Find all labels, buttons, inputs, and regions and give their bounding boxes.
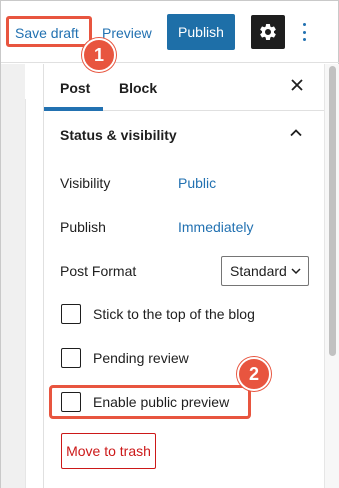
tab-post[interactable]: Post — [60, 80, 90, 96]
annotation-badge-2: 2 — [237, 357, 271, 391]
active-tab-indicator — [44, 107, 103, 111]
close-icon — [291, 79, 303, 91]
visibility-value-link[interactable]: Public — [178, 175, 216, 191]
post-format-selected: Standard — [230, 263, 287, 279]
settings-button[interactable] — [251, 15, 285, 49]
sidebar-scrollbar[interactable] — [324, 64, 339, 488]
editor-canvas-edge — [25, 99, 43, 488]
chevron-down-icon — [291, 268, 301, 275]
annotation-badge-1: 1 — [82, 38, 116, 72]
publish-button[interactable]: Publish — [167, 14, 235, 50]
post-format-label: Post Format — [60, 263, 137, 279]
post-format-select[interactable]: Standard — [221, 256, 309, 286]
kebab-dot — [302, 23, 306, 26]
pending-review-checkbox[interactable] — [61, 348, 81, 368]
editor-canvas-background — [1, 64, 25, 488]
kebab-dot — [302, 30, 306, 34]
tab-block[interactable]: Block — [119, 80, 157, 96]
status-visibility-heading[interactable]: Status & visibility — [60, 127, 177, 143]
publish-label: Publish — [60, 219, 106, 235]
more-options-button[interactable] — [297, 21, 311, 43]
gear-icon — [260, 23, 276, 40]
settings-sidebar: Post Block Status & visibility Visibilit… — [43, 64, 325, 488]
kebab-dot — [302, 38, 306, 41]
publish-date-link[interactable]: Immediately — [178, 219, 253, 235]
move-to-trash-button[interactable]: Move to trash — [61, 433, 156, 469]
annotation-highlight-save-draft — [6, 16, 92, 47]
visibility-label: Visibility — [60, 175, 111, 191]
pending-review-label[interactable]: Pending review — [93, 350, 189, 366]
editor-window: Save draft Preview Publish Post Block St… — [0, 0, 339, 488]
sticky-checkbox-label[interactable]: Stick to the top of the blog — [93, 306, 255, 322]
chevron-up-icon[interactable] — [288, 125, 304, 141]
close-sidebar-button[interactable] — [288, 77, 306, 95]
annotation-highlight-public-preview — [49, 385, 251, 419]
sidebar-tabs: Post Block — [44, 64, 325, 111]
preview-button[interactable]: Preview — [102, 25, 152, 41]
sticky-checkbox[interactable] — [61, 304, 81, 324]
scrollbar-thumb[interactable] — [329, 66, 336, 356]
